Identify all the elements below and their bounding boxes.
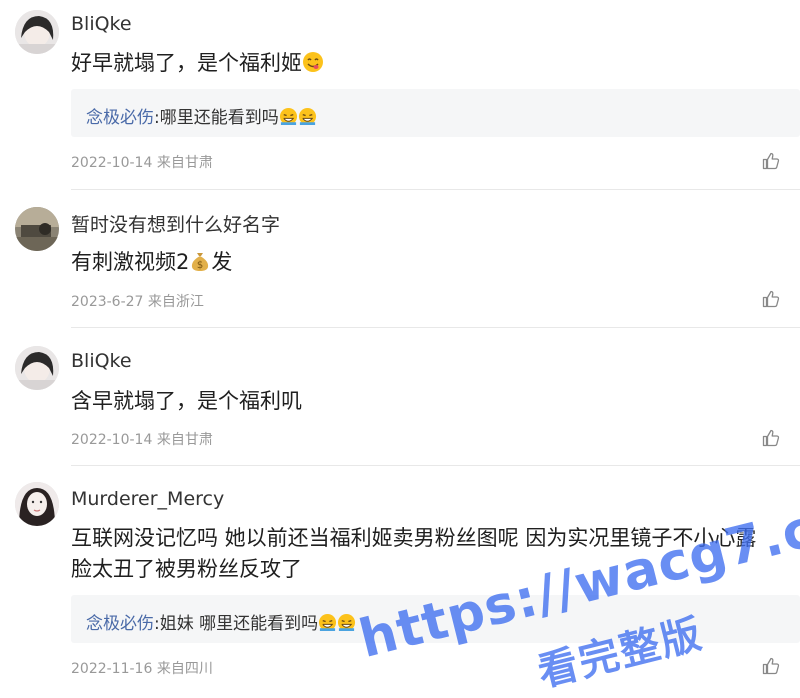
comment-location: 来自四川 — [156, 661, 213, 677]
comment-date: 2023-6-27 — [71, 294, 144, 310]
grinning-sweat-icon — [298, 107, 317, 131]
comment-text: 好早就塌了，是个福利姬 — [71, 48, 324, 81]
comment-date: 2022-10-14 — [71, 155, 153, 171]
username[interactable]: 暂时没有想到什么好名字 — [71, 210, 280, 237]
reply-box[interactable]: 念极必伤:姐妹 哪里还能看到吗 — [71, 595, 800, 643]
comment-text-body: 好早就塌了，是个福利姬 — [71, 51, 302, 75]
like-button[interactable] — [762, 152, 780, 170]
comment-location: 来自甘肃 — [156, 155, 213, 171]
comment-date: 2022-11-16 — [71, 661, 153, 677]
face-savoring-food-icon — [302, 51, 324, 81]
comment-text-line-2: 脸太丑了被男粉丝反攻了 — [71, 557, 302, 581]
like-button[interactable] — [762, 657, 780, 675]
svg-text:$: $ — [197, 260, 203, 271]
comment-meta: 2022-11-16 来自四川 — [71, 658, 213, 678]
like-button[interactable] — [762, 429, 780, 447]
comment-4: Murderer_Mercy 互联网没记忆吗 她以前还当福利姬卖男粉丝图呢 因为… — [0, 466, 800, 687]
reply-author[interactable]: 念极必伤 — [86, 614, 154, 634]
comment-text-line-1: 互联网没记忆吗 她以前还当福利姬卖男粉丝图呢 因为实况里镜子不小心露 — [71, 526, 757, 550]
comment-2: 暂时没有想到什么好名字 有刺激视频2 $ 发 2023-6-27 来自浙江 — [0, 190, 800, 328]
comment-text: 有刺激视频2 $ 发 — [71, 247, 232, 280]
user-avatar[interactable] — [15, 482, 59, 526]
comment-1: BliQke 好早就塌了，是个福利姬 念极必伤:哪里还能看到吗 2022-10-… — [0, 0, 800, 190]
user-avatar[interactable] — [15, 10, 59, 54]
grinning-sweat-icon — [337, 613, 356, 637]
money-bag-icon: $ — [189, 250, 211, 280]
username[interactable]: BliQke — [71, 350, 132, 372]
thumbs-up-icon — [762, 290, 780, 308]
thumbs-up-icon — [762, 657, 780, 675]
user-avatar[interactable] — [15, 207, 59, 251]
reply-author[interactable]: 念极必伤 — [86, 108, 154, 128]
reply-box[interactable]: 念极必伤:哪里还能看到吗 — [71, 89, 800, 137]
username[interactable]: Murderer_Mercy — [71, 488, 224, 510]
comment-text-part: 有刺激视频2 — [71, 250, 190, 274]
comment-3: BliQke 含早就塌了，是个福利叽 2022-10-14 来自甘肃 — [0, 328, 800, 466]
grinning-sweat-icon — [279, 107, 298, 131]
comment-location: 来自浙江 — [147, 294, 204, 310]
comment-meta: 2022-10-14 来自甘肃 — [71, 152, 213, 172]
username[interactable]: BliQke — [71, 13, 132, 35]
grinning-sweat-icon — [318, 613, 337, 637]
comment-text-part: 发 — [211, 250, 233, 274]
thumbs-up-icon — [762, 152, 780, 170]
like-button[interactable] — [762, 290, 780, 308]
comment-date: 2022-10-14 — [71, 432, 153, 448]
user-avatar[interactable] — [15, 346, 59, 390]
reply-text: 姐妹 哪里还能看到吗 — [159, 614, 319, 634]
comment-meta: 2022-10-14 来自甘肃 — [71, 429, 213, 449]
comment-text: 含早就塌了，是个福利叽 — [71, 389, 302, 413]
thumbs-up-icon — [762, 429, 780, 447]
reply-text: 哪里还能看到吗 — [159, 108, 279, 128]
comment-location: 来自甘肃 — [156, 432, 213, 448]
comment-meta: 2023-6-27 来自浙江 — [71, 291, 204, 311]
